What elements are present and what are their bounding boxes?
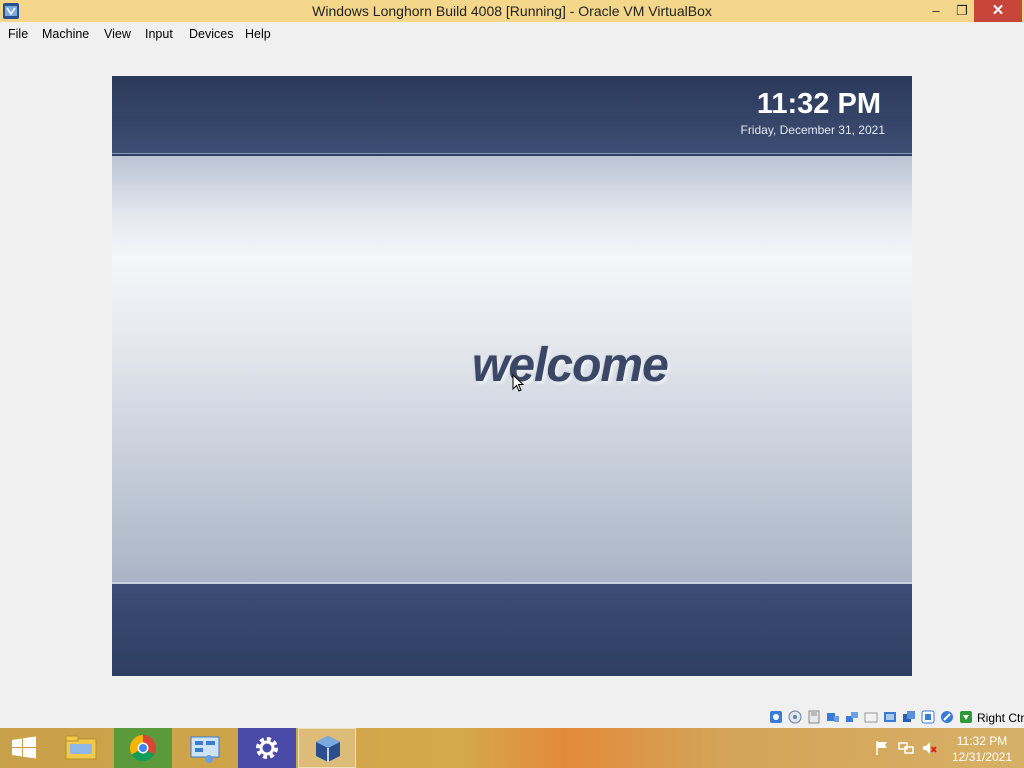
shared-folders-icon[interactable] <box>883 710 897 724</box>
menu-input[interactable]: Input <box>145 27 173 41</box>
menu-machine[interactable]: Machine <box>42 27 89 41</box>
menu-devices[interactable]: Devices <box>189 27 233 41</box>
system-date: 12/31/2021 <box>951 750 1013 764</box>
vm-display[interactable]: 11:32 PM Friday, December 31, 2021 welco… <box>112 76 912 676</box>
floppy-icon[interactable] <box>807 710 821 724</box>
display-icon[interactable] <box>902 710 916 724</box>
system-time: 11:32 PM <box>956 734 1008 748</box>
windows-start-icon[interactable] <box>0 728 48 768</box>
host-key-label[interactable]: Right Ctrl <box>977 711 1024 725</box>
file-explorer-icon <box>65 735 97 760</box>
system-clock[interactable]: 11:32 PM 12/31/2021 <box>944 733 1020 765</box>
gear-icon <box>256 737 278 759</box>
taskbar-settings[interactable] <box>238 728 296 768</box>
optical-drive-icon[interactable] <box>788 710 802 724</box>
menu-file[interactable]: File <box>8 27 28 41</box>
network-icon[interactable] <box>845 710 859 724</box>
vm-footer-band <box>112 584 912 676</box>
control-panel-icon <box>190 736 220 763</box>
volume-muted-icon[interactable] <box>921 740 937 756</box>
vm-status-bar: Right Ctrl <box>0 706 1024 728</box>
taskbar-control-panel[interactable] <box>176 728 234 768</box>
menu-view[interactable]: View <box>104 27 131 41</box>
chrome-icon <box>129 734 156 762</box>
network-icon[interactable] <box>898 740 914 756</box>
window-titlebar[interactable]: Windows Longhorn Build 4008 [Running] - … <box>0 0 1024 22</box>
restore-button[interactable]: ❐ <box>947 0 977 22</box>
virtualbox-icon <box>316 736 340 762</box>
audio-icon[interactable] <box>826 710 840 724</box>
usb-icon[interactable] <box>864 710 878 724</box>
welcome-text: welcome <box>472 339 669 392</box>
taskbar-virtualbox[interactable] <box>298 728 356 768</box>
vm-clock: 11:32 PM <box>756 88 881 120</box>
mouse-cursor-icon <box>512 374 524 392</box>
arrow-down-icon[interactable] <box>959 710 973 724</box>
mouse-integration-icon[interactable] <box>940 710 954 724</box>
menu-help[interactable]: Help <box>245 27 271 41</box>
vm-date: Friday, December 31, 2021 <box>740 123 885 137</box>
action-center-flag-icon[interactable] <box>874 740 890 756</box>
video-capture-icon[interactable] <box>921 710 935 724</box>
window-title: Windows Longhorn Build 4008 [Running] - … <box>312 3 712 19</box>
host-taskbar: 11:32 PM 12/31/2021 <box>0 728 1024 768</box>
taskbar-chrome[interactable] <box>114 728 172 768</box>
menu-bar: File Machine View Input Devices Help <box>0 22 1024 46</box>
taskbar-file-explorer[interactable] <box>52 728 110 768</box>
hard-disk-icon[interactable] <box>769 710 783 724</box>
close-button[interactable]: ✕ <box>974 0 1022 22</box>
vm-header-band: 11:32 PM Friday, December 31, 2021 <box>112 76 912 154</box>
